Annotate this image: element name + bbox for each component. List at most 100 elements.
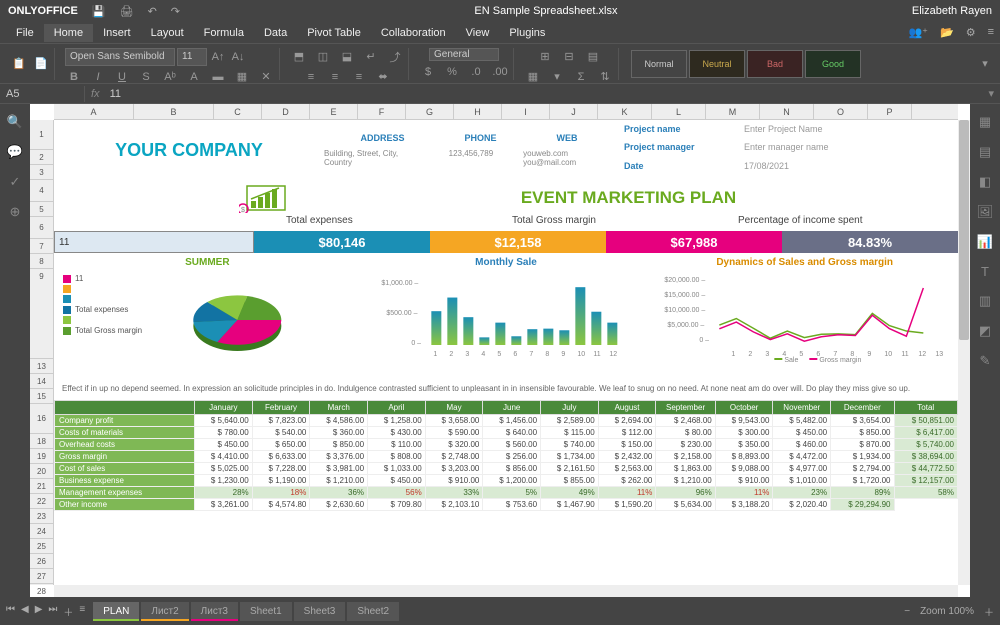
sheet-tab-sheet1[interactable]: Sheet1 — [240, 602, 292, 621]
menu-view[interactable]: View — [456, 24, 500, 42]
style-bad[interactable]: Bad — [747, 50, 803, 78]
menu-pivot-table[interactable]: Pivot Table — [297, 24, 371, 42]
zoom-level[interactable]: Zoom 100% — [920, 606, 974, 617]
cond-format-icon[interactable]: ▤ — [584, 48, 602, 66]
border-icon[interactable]: ▦ — [233, 68, 251, 86]
underline-icon[interactable]: U — [113, 68, 131, 86]
active-cell[interactable]: 11 — [54, 231, 254, 253]
chart-props-icon[interactable]: 📊 — [977, 234, 993, 250]
inc-font-icon[interactable]: A↑ — [209, 48, 227, 66]
italic-icon[interactable]: I — [89, 68, 107, 86]
style-neutral[interactable]: Neutral — [689, 50, 745, 78]
menu-formula[interactable]: Formula — [194, 24, 254, 42]
table-props-icon[interactable]: ▤ — [979, 144, 991, 160]
formula-input[interactable] — [106, 86, 989, 102]
zoom-in-icon[interactable]: ＋ — [984, 604, 994, 619]
sheet-tab-лист2[interactable]: Лист2 — [141, 602, 188, 621]
align-left-icon[interactable]: ≡ — [302, 68, 320, 86]
print-icon[interactable]: 🖨 — [120, 5, 134, 18]
expand-formula-icon[interactable]: ▾ — [988, 87, 994, 100]
list-sheets-icon[interactable]: ≡ — [79, 604, 85, 619]
rotate-icon[interactable]: ⤴ — [386, 48, 404, 66]
zoom-out-icon[interactable]: − — [904, 606, 910, 617]
cell-props-icon[interactable]: ▦ — [979, 114, 991, 130]
undo-icon[interactable]: ↶ — [148, 5, 157, 18]
menu-insert[interactable]: Insert — [93, 24, 141, 42]
align-top-icon[interactable]: ⬒ — [290, 48, 308, 66]
spellcheck-icon[interactable]: ✓ — [10, 174, 21, 190]
align-bot-icon[interactable]: ⬓ — [338, 48, 356, 66]
vertical-scrollbar[interactable] — [958, 120, 970, 585]
paste-icon[interactable]: 📄 — [32, 55, 50, 73]
feedback-icon[interactable]: ⊕ — [10, 204, 21, 220]
dec-inc-icon[interactable]: .0 — [467, 63, 485, 81]
text-props-icon[interactable]: T — [981, 264, 989, 279]
spreadsheet[interactable]: ABCDEFGHIJKLMNOP 12345678913141516181920… — [30, 104, 970, 597]
shape-props-icon[interactable]: ◧ — [979, 174, 991, 190]
align-mid-icon[interactable]: ◫ — [314, 48, 332, 66]
menu-file[interactable]: File — [6, 24, 44, 42]
sheet-tab-лист3[interactable]: Лист3 — [191, 602, 238, 621]
menu-icon[interactable]: ≡ — [988, 26, 994, 39]
delete-cells-icon[interactable]: ⊟ — [560, 48, 578, 66]
number-format-select[interactable]: General — [429, 48, 499, 61]
wrap-icon[interactable]: ↵ — [362, 48, 380, 66]
slicer-props-icon[interactable]: ◩ — [979, 323, 991, 339]
redo-icon[interactable]: ↷ — [171, 5, 180, 18]
expand-icon[interactable]: ▾ — [976, 55, 994, 73]
fill-icon[interactable]: ▬ — [209, 68, 227, 86]
percent-icon[interactable]: % — [443, 63, 461, 81]
share-icon[interactable]: 👥⁺ — [908, 26, 928, 39]
horizontal-scrollbar[interactable] — [54, 585, 958, 597]
clear-icon[interactable]: ✕ — [257, 68, 275, 86]
font-select[interactable]: Open Sans Semibold — [65, 48, 175, 66]
menu-home[interactable]: Home — [44, 24, 93, 42]
filter-icon[interactable]: ▾ — [548, 68, 566, 86]
signature-icon[interactable]: ✎ — [980, 353, 991, 369]
style-normal[interactable]: Normal — [631, 50, 687, 78]
sum-icon[interactable]: Σ — [572, 68, 590, 86]
fx-icon[interactable]: fx — [85, 88, 106, 100]
user-name[interactable]: Elizabeth Rayen — [912, 5, 992, 17]
menu-collaboration[interactable]: Collaboration — [371, 24, 456, 42]
super-icon[interactable]: Aᵇ — [161, 68, 179, 86]
pivot-props-icon[interactable]: ▥ — [979, 293, 991, 309]
sort-icon[interactable]: ⇅ — [596, 68, 614, 86]
first-sheet-icon[interactable]: ⏮ — [6, 604, 15, 619]
search-icon[interactable]: 📂 — [940, 26, 954, 39]
insert-cells-icon[interactable]: ⊞ — [536, 48, 554, 66]
menu-layout[interactable]: Layout — [141, 24, 194, 42]
sheet-tab-sheet2[interactable]: Sheet2 — [347, 602, 399, 621]
last-sheet-icon[interactable]: ⏭ — [48, 604, 57, 619]
column-headers[interactable]: ABCDEFGHIJKLMNOP — [54, 104, 958, 120]
dec-font-icon[interactable]: A↓ — [229, 48, 247, 66]
copy-icon[interactable]: 📋 — [10, 55, 28, 73]
grid[interactable]: YOUR COMPANY ADDRESSPHONEWEB Building, S… — [54, 120, 958, 585]
prev-sheet-icon[interactable]: ◀ — [21, 604, 29, 619]
cell-reference[interactable]: A5 — [0, 86, 85, 102]
save-icon[interactable]: 💾 — [92, 5, 106, 18]
align-right-icon[interactable]: ≡ — [350, 68, 368, 86]
sheet-tab-sheet3[interactable]: Sheet3 — [294, 602, 346, 621]
sheet-tab-plan[interactable]: PLAN — [93, 602, 139, 621]
dec-dec-icon[interactable]: .00 — [491, 63, 509, 81]
row-headers[interactable]: 1234567891314151618192021222324252627282… — [30, 120, 54, 585]
style-good[interactable]: Good — [805, 50, 861, 78]
strike-icon[interactable]: S — [137, 68, 155, 86]
search-icon[interactable]: 🔍 — [7, 114, 23, 130]
image-props-icon[interactable]: 🖼 — [977, 204, 994, 220]
menu-data[interactable]: Data — [254, 24, 297, 42]
bold-icon[interactable]: B — [65, 68, 83, 86]
comments-icon[interactable]: 💬 — [7, 144, 23, 160]
menu-plugins[interactable]: Plugins — [499, 24, 555, 42]
add-sheet-icon[interactable]: ＋ — [63, 604, 73, 619]
next-sheet-icon[interactable]: ▶ — [35, 604, 43, 619]
fontcolor-icon[interactable]: A — [185, 68, 203, 86]
align-center-icon[interactable]: ≡ — [326, 68, 344, 86]
settings-icon[interactable]: ⚙ — [966, 26, 976, 39]
merge-icon[interactable]: ⬌ — [374, 68, 392, 86]
font-size-select[interactable]: 11 — [177, 48, 207, 66]
data-table[interactable]: JanuaryFebruaryMarchAprilMayJuneJulyAugu… — [54, 400, 958, 511]
table-icon[interactable]: ▦ — [524, 68, 542, 86]
currency-icon[interactable]: $ — [419, 63, 437, 81]
